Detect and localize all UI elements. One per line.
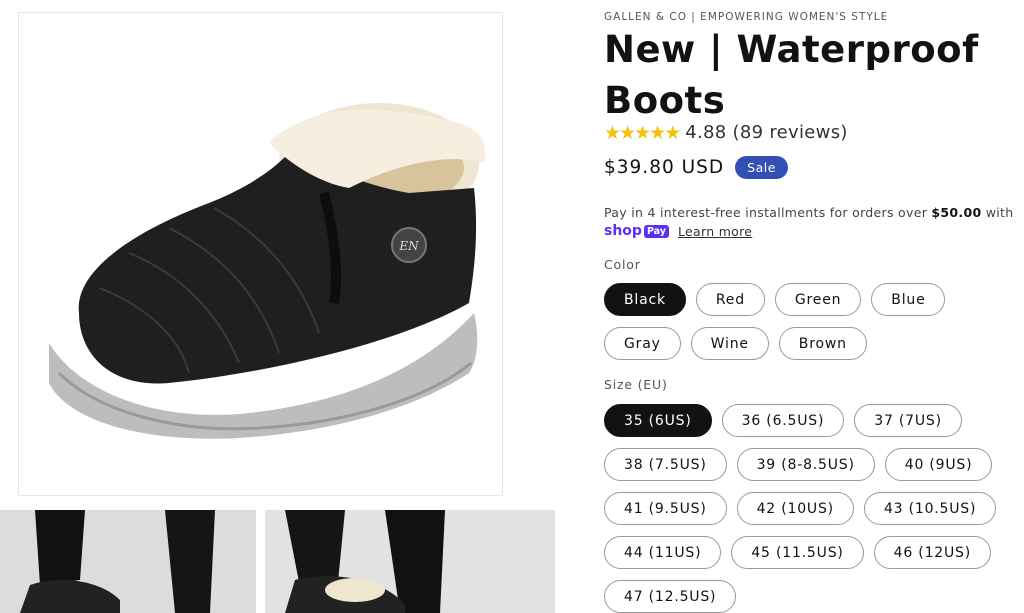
color-label: Color <box>604 257 641 272</box>
svg-text:EN: EN <box>398 239 419 253</box>
size-option[interactable]: 43 (10.5US) <box>863 492 997 525</box>
size-option[interactable]: 42 (10US) <box>736 492 854 525</box>
size-option[interactable]: 41 (9.5US) <box>604 492 727 525</box>
thumbnail-image <box>265 510 555 613</box>
star-rating: ★ ★ ★ ★ ★ <box>604 121 682 144</box>
shop-pay-badge: Pay <box>643 224 669 238</box>
installments-text: Pay in 4 interest-free installments for … <box>604 205 1013 220</box>
star-icon: ★ <box>664 121 682 144</box>
gallery-thumbnail-1[interactable] <box>0 510 256 613</box>
size-label: Size (EU) <box>604 377 668 392</box>
size-option[interactable]: 40 (9US) <box>884 448 993 481</box>
installments-copy: Pay in 4 interest-free installments for … <box>604 205 932 220</box>
rating-value: 4.88 <box>685 122 727 143</box>
thumbnail-image <box>0 510 256 613</box>
learn-more-link[interactable]: Learn more <box>678 224 752 239</box>
color-option[interactable]: Blue <box>871 283 946 316</box>
size-option[interactable]: 39 (8-8.5US) <box>736 448 875 481</box>
gallery-thumbnail-2[interactable] <box>265 510 555 613</box>
boot-image: EN <box>49 103 486 439</box>
size-option[interactable]: 46 (12US) <box>873 536 991 569</box>
review-count[interactable]: (89 reviews) <box>733 122 848 143</box>
color-option[interactable]: Green <box>774 283 862 316</box>
size-option[interactable]: 38 (7.5US) <box>604 448 727 481</box>
size-option[interactable]: 36 (6.5US) <box>721 404 845 437</box>
price-row: $39.80 USD Sale <box>604 156 788 179</box>
size-option[interactable]: 47 (12.5US) <box>604 580 737 613</box>
installments-amount: $50.00 <box>931 205 982 220</box>
size-option[interactable]: 37 (7US) <box>854 404 962 437</box>
color-option[interactable]: Gray <box>604 327 681 360</box>
color-option[interactable]: Wine <box>690 327 769 360</box>
color-option[interactable]: Black <box>604 283 686 316</box>
color-option[interactable]: Red <box>695 283 765 316</box>
shop-pay-row: shop Pay Learn more <box>604 223 752 239</box>
main-product-image[interactable]: EN <box>18 12 503 496</box>
installments-suffix: with <box>981 205 1014 220</box>
size-option[interactable]: 44 (11US) <box>604 536 722 569</box>
price: $39.80 USD <box>604 157 725 178</box>
size-option[interactable]: 35 (6US) <box>604 404 712 437</box>
product-title: New | Waterproof Boots <box>604 28 979 122</box>
color-options: Black Red Green Blue Gray Wine Brown <box>604 283 1024 360</box>
size-option[interactable]: 45 (11.5US) <box>731 536 864 569</box>
size-options: 35 (6US) 36 (6.5US) 37 (7US) 38 (7.5US) 39 (… <box>604 404 1024 613</box>
sale-badge: Sale <box>735 156 788 179</box>
vendor-label: GALLEN & CO | EMPOWERING WOMEN'S STYLE <box>604 11 889 23</box>
color-option[interactable]: Brown <box>778 327 867 360</box>
rating-row[interactable]: ★ ★ ★ ★ ★ 4.88 (89 reviews) <box>604 122 848 143</box>
shop-pay-logo: shop <box>604 223 642 239</box>
